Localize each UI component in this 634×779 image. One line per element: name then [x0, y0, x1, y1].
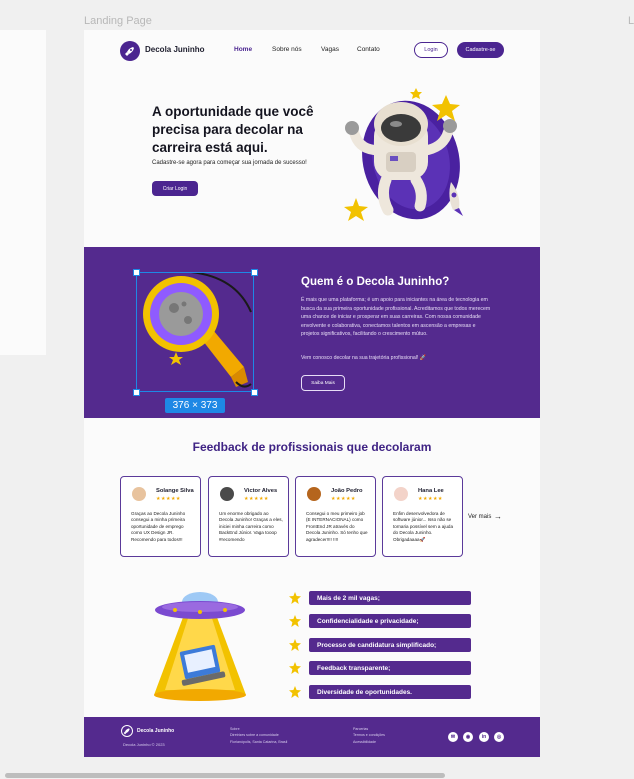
testimonial-text: Enfim desenvolvedora de software júnior.… [393, 511, 454, 542]
footer-location: Florianópolis, Santa Catarina, Brasil [230, 739, 288, 744]
avatar [220, 487, 234, 501]
footer-link-termos[interactable]: Termos e condições [353, 732, 385, 738]
rocket-logo-icon[interactable] [120, 41, 140, 61]
rating-stars: ★★★★★ [244, 496, 269, 502]
feature-item: Feedback transparente; [289, 661, 472, 675]
about-body: É mais que uma plataforma; é um apoio pa… [301, 297, 491, 338]
resize-handle-se[interactable] [251, 389, 258, 396]
footer-copyright: Decola Juninho © 2023 [123, 742, 165, 747]
star-icon [289, 686, 301, 698]
testimonial-name: Hana Lee [418, 488, 444, 494]
testimonial-name: Solange Silva [156, 488, 194, 494]
selection-box[interactable] [136, 272, 254, 392]
learn-more-button[interactable]: Saiba Mais [301, 375, 345, 391]
feature-item: Processo de candidatura simplificado; [289, 638, 472, 652]
rating-stars: ★★★★★ [156, 496, 181, 502]
testimonial-name: João Pedro [331, 488, 363, 494]
feature-item: Diversidade de oportunidades. [289, 685, 472, 699]
hero-subtitle: Cadastre-se agora para começar sua jorna… [152, 160, 307, 166]
star-icon [289, 662, 301, 674]
linkedin-icon[interactable]: in [479, 732, 489, 742]
nav-contato[interactable]: Contato [357, 46, 380, 53]
feature-label: Mais de 2 mil vagas; [309, 591, 471, 605]
instagram-icon[interactable]: ◎ [494, 732, 504, 742]
about-section: 376 × 373 Quem é o Decola Juninho? É mai… [84, 247, 540, 418]
ufo-illustration [154, 592, 246, 701]
feature-label: Diversidade de oportunidades. [309, 685, 471, 699]
selection-size-badge: 376 × 373 [165, 398, 225, 413]
about-title: Quem é o Decola Juninho? [301, 276, 450, 288]
nav-vagas[interactable]: Vagas [321, 46, 339, 53]
see-more-link[interactable]: Ver mais [468, 514, 491, 520]
landing-page-frame: Decola Juninho Home Sobre nós Vagas Cont… [84, 30, 540, 757]
whatsapp-icon[interactable]: ◉ [463, 732, 473, 742]
feature-label: Processo de candidatura simplificado; [309, 638, 471, 652]
testimonial-text: Graças ao Decola Juninho consegui a minh… [131, 511, 186, 542]
testimonial-card[interactable]: Victor Alves ★★★★★ Um enorme obrigado ao… [208, 476, 289, 557]
rocket-logo-icon[interactable] [121, 725, 133, 737]
rocket-icon [0, 226, 6, 248]
avatar [307, 487, 321, 501]
navbar: Decola Juninho Home Sobre nós Vagas Cont… [84, 30, 540, 72]
feature-item: Mais de 2 mil vagas; [289, 591, 472, 605]
brand-name[interactable]: Decola Juninho [145, 45, 205, 54]
rating-stars: ★★★★★ [418, 496, 443, 502]
star-icon [289, 615, 301, 627]
feature-item: Confidencialidade e privacidade; [289, 614, 472, 628]
frame-label[interactable]: Landing Page [84, 15, 152, 27]
signup-button[interactable]: Cadastre-se [457, 42, 504, 58]
frame-label-right[interactable]: L [628, 15, 634, 27]
email-icon[interactable]: ✉ [448, 732, 458, 742]
create-login-button[interactable]: Criar Login [152, 181, 198, 196]
horizontal-scrollbar[interactable] [5, 773, 445, 778]
hero-title: A oportunidade que você precisa para dec… [152, 104, 314, 155]
footer-links-col1: Sobre Diretrizes sobre a comunidade Flor… [230, 726, 287, 745]
login-button[interactable]: Login [414, 42, 448, 58]
testimonial-card[interactable]: Hana Lee ★★★★★ Enfim desenvolvedora de s… [382, 476, 463, 557]
arrow-right-icon[interactable]: → [494, 512, 502, 521]
feature-label: Confidencialidade e privacidade; [309, 614, 471, 628]
resize-handle-sw[interactable] [133, 389, 140, 396]
feature-label: Feedback transparente; [309, 661, 471, 675]
rating-stars: ★★★★★ [331, 496, 356, 502]
astronaut-illustration [344, 88, 463, 221]
resize-handle-ne[interactable] [251, 269, 258, 276]
nav-home[interactable]: Home [234, 46, 252, 53]
avatar [132, 487, 146, 501]
star-icon [289, 592, 301, 604]
footer: Decola Juninho Decola Juninho © 2023 Sob… [84, 717, 540, 757]
avatar [394, 487, 408, 501]
nav-sobre[interactable]: Sobre nós [272, 46, 302, 53]
testimonial-name: Victor Alves [244, 488, 278, 494]
about-cta-text: Vem conosco decolar na sua trajetória pr… [301, 355, 427, 361]
adjacent-frame[interactable] [0, 30, 46, 355]
footer-links-col2: Parcerias Termos e condições Acessibilid… [353, 726, 385, 745]
resize-handle-nw[interactable] [133, 269, 140, 276]
star-icon [289, 639, 301, 651]
testimonial-text: Um enorme obrigado ao Decola Juninho! Gr… [219, 511, 283, 542]
testimonial-text: Consegui o meu primeiro job (E INTERNACI… [306, 511, 368, 542]
testimonial-card[interactable]: Solange Silva ★★★★★ Graças ao Decola Jun… [120, 476, 201, 557]
footer-link-acessibilidade[interactable]: Acessibilidade [353, 739, 385, 745]
footer-brand[interactable]: Decola Juninho [137, 728, 174, 734]
footer-link-diretrizes[interactable]: Diretrizes sobre a comunidade [230, 732, 287, 738]
testimonial-card[interactable]: João Pedro ★★★★★ Consegui o meu primeiro… [295, 476, 376, 557]
feedback-title: Feedback de profissionais que decolaram [192, 440, 432, 454]
